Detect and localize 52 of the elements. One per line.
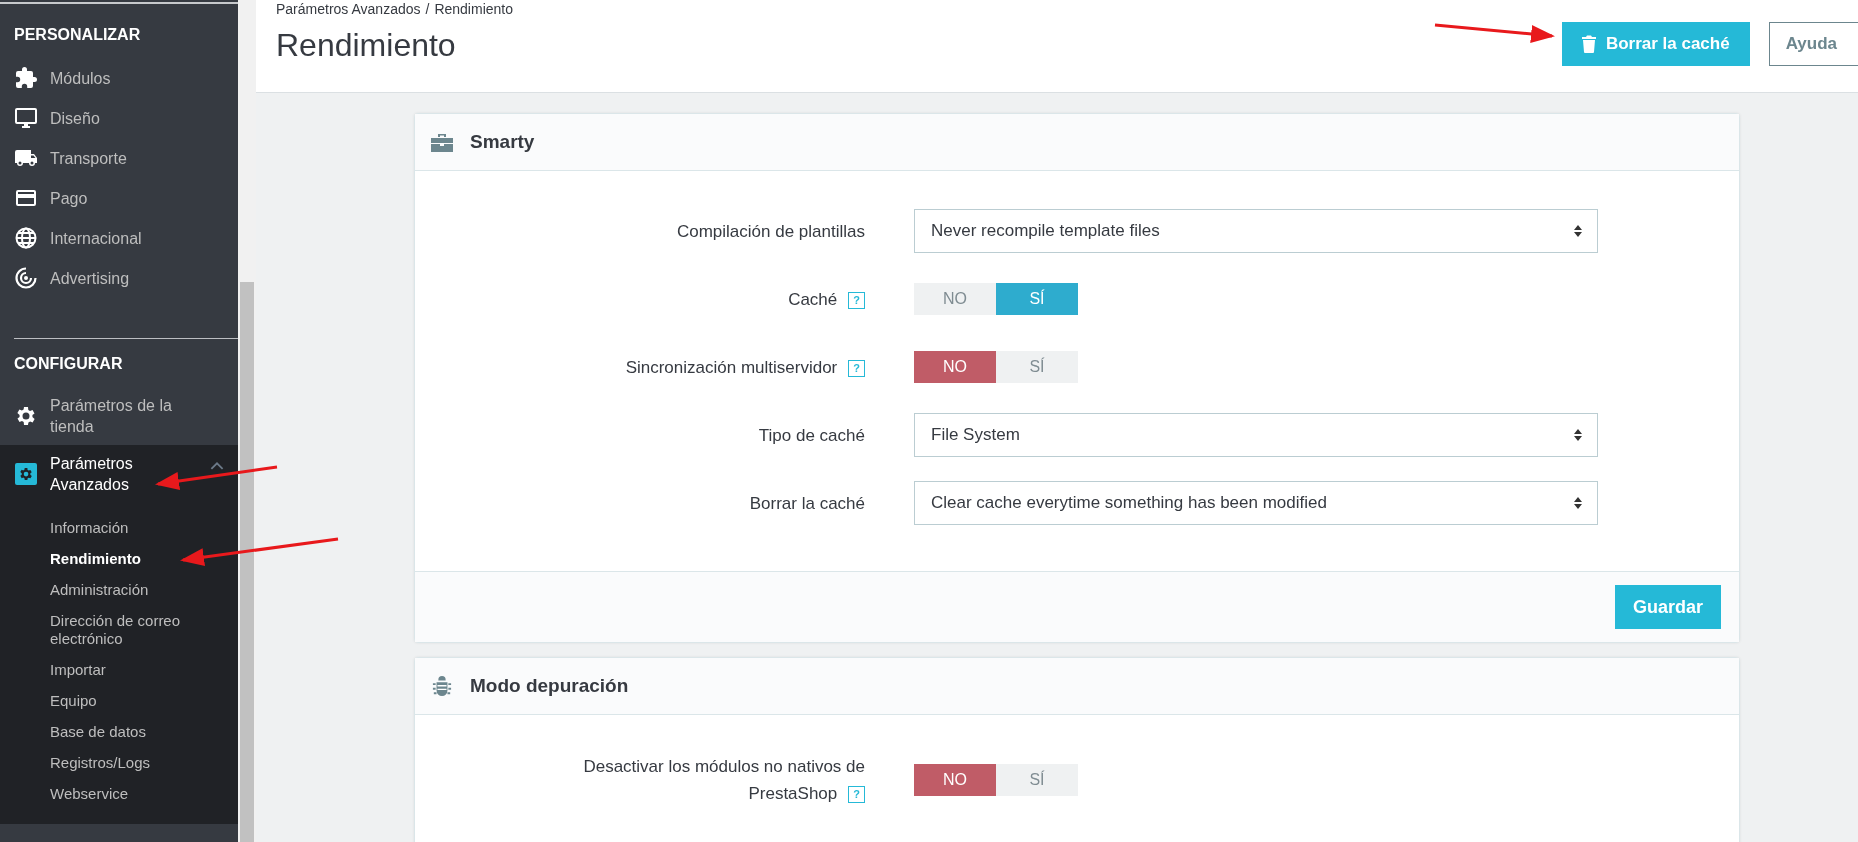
puzzle-icon xyxy=(14,66,38,90)
field-label: Tipo de caché xyxy=(758,424,865,447)
briefcase-icon xyxy=(431,132,453,152)
target-icon xyxy=(14,266,38,290)
trash-icon xyxy=(1581,35,1596,53)
breadcrumb-separator: / xyxy=(425,1,430,17)
dropdown-field[interactable]: Clear cache everytime something has been modified xyxy=(914,481,1598,525)
dropdown-field[interactable]: Never recompile template files xyxy=(914,209,1598,253)
switch-option[interactable]: NO xyxy=(914,764,996,796)
sidebar-item[interactable]: Módulos xyxy=(0,58,238,98)
sidebar-item[interactable]: Transporte xyxy=(0,138,238,178)
field-label: Compilación de plantillas xyxy=(676,220,865,243)
field-label: Sincronización multiservidor ? xyxy=(625,353,865,381)
yes-no-switch[interactable]: NO SÍ xyxy=(914,351,1078,383)
sort-caret-icon xyxy=(1573,496,1583,510)
sort-caret-icon xyxy=(1573,224,1583,238)
dropdown-field[interactable]: File System xyxy=(914,413,1598,457)
switch-option[interactable]: NO xyxy=(914,351,996,383)
submenu-item[interactable]: Base de datos xyxy=(50,717,238,748)
sidebar-item[interactable]: Parámetros Avanzados xyxy=(0,445,238,503)
yes-no-switch[interactable]: NO SÍ xyxy=(914,764,1078,796)
sidebar-item[interactable]: Advertising xyxy=(0,258,238,298)
gear-icon xyxy=(14,462,38,486)
panel-title: Modo depuración xyxy=(470,675,629,697)
submenu-item[interactable]: Importar xyxy=(50,655,238,686)
field-label: Borrar la caché xyxy=(749,492,865,515)
submenu-item[interactable]: Administración xyxy=(50,575,238,606)
scrollbar-thumb[interactable] xyxy=(240,282,254,842)
page-title: Rendimiento xyxy=(276,27,457,64)
help-button[interactable]: Ayuda xyxy=(1768,22,1858,66)
monitor-icon xyxy=(14,106,38,130)
submenu-item[interactable]: Registros/Logs xyxy=(50,748,238,779)
breadcrumb-link[interactable]: Parámetros Avanzados xyxy=(276,1,421,17)
field-label: Caché ? xyxy=(788,285,865,313)
submenu-item[interactable]: Equipo xyxy=(50,686,238,717)
sidebar-item[interactable]: Internacional xyxy=(0,218,238,258)
section-heading: CONFIGURAR xyxy=(14,354,124,374)
panel-title: Smarty xyxy=(470,131,535,153)
submenu-item[interactable]: Dirección de correo electrónico xyxy=(50,606,238,655)
submenu-item[interactable]: Información xyxy=(50,513,238,544)
submenu-item[interactable]: Rendimiento xyxy=(50,544,238,575)
bug-icon xyxy=(431,676,453,696)
sort-caret-icon xyxy=(1573,428,1583,442)
sidebar-item[interactable]: Diseño xyxy=(0,98,238,138)
section-heading: PERSONALIZAR xyxy=(13,25,142,45)
globe-icon xyxy=(14,226,38,250)
sidebar-item[interactable]: Pago xyxy=(0,178,238,218)
breadcrumb-link[interactable]: Rendimiento xyxy=(434,1,513,17)
field-label: Desactivar los módulos no nativos de PrestaShop ? xyxy=(582,756,865,806)
submenu-item[interactable]: Webservice xyxy=(50,779,238,810)
sidebar-item[interactable]: Parámetros de la tienda xyxy=(0,387,238,445)
chevron-up-icon[interactable] xyxy=(210,460,224,470)
